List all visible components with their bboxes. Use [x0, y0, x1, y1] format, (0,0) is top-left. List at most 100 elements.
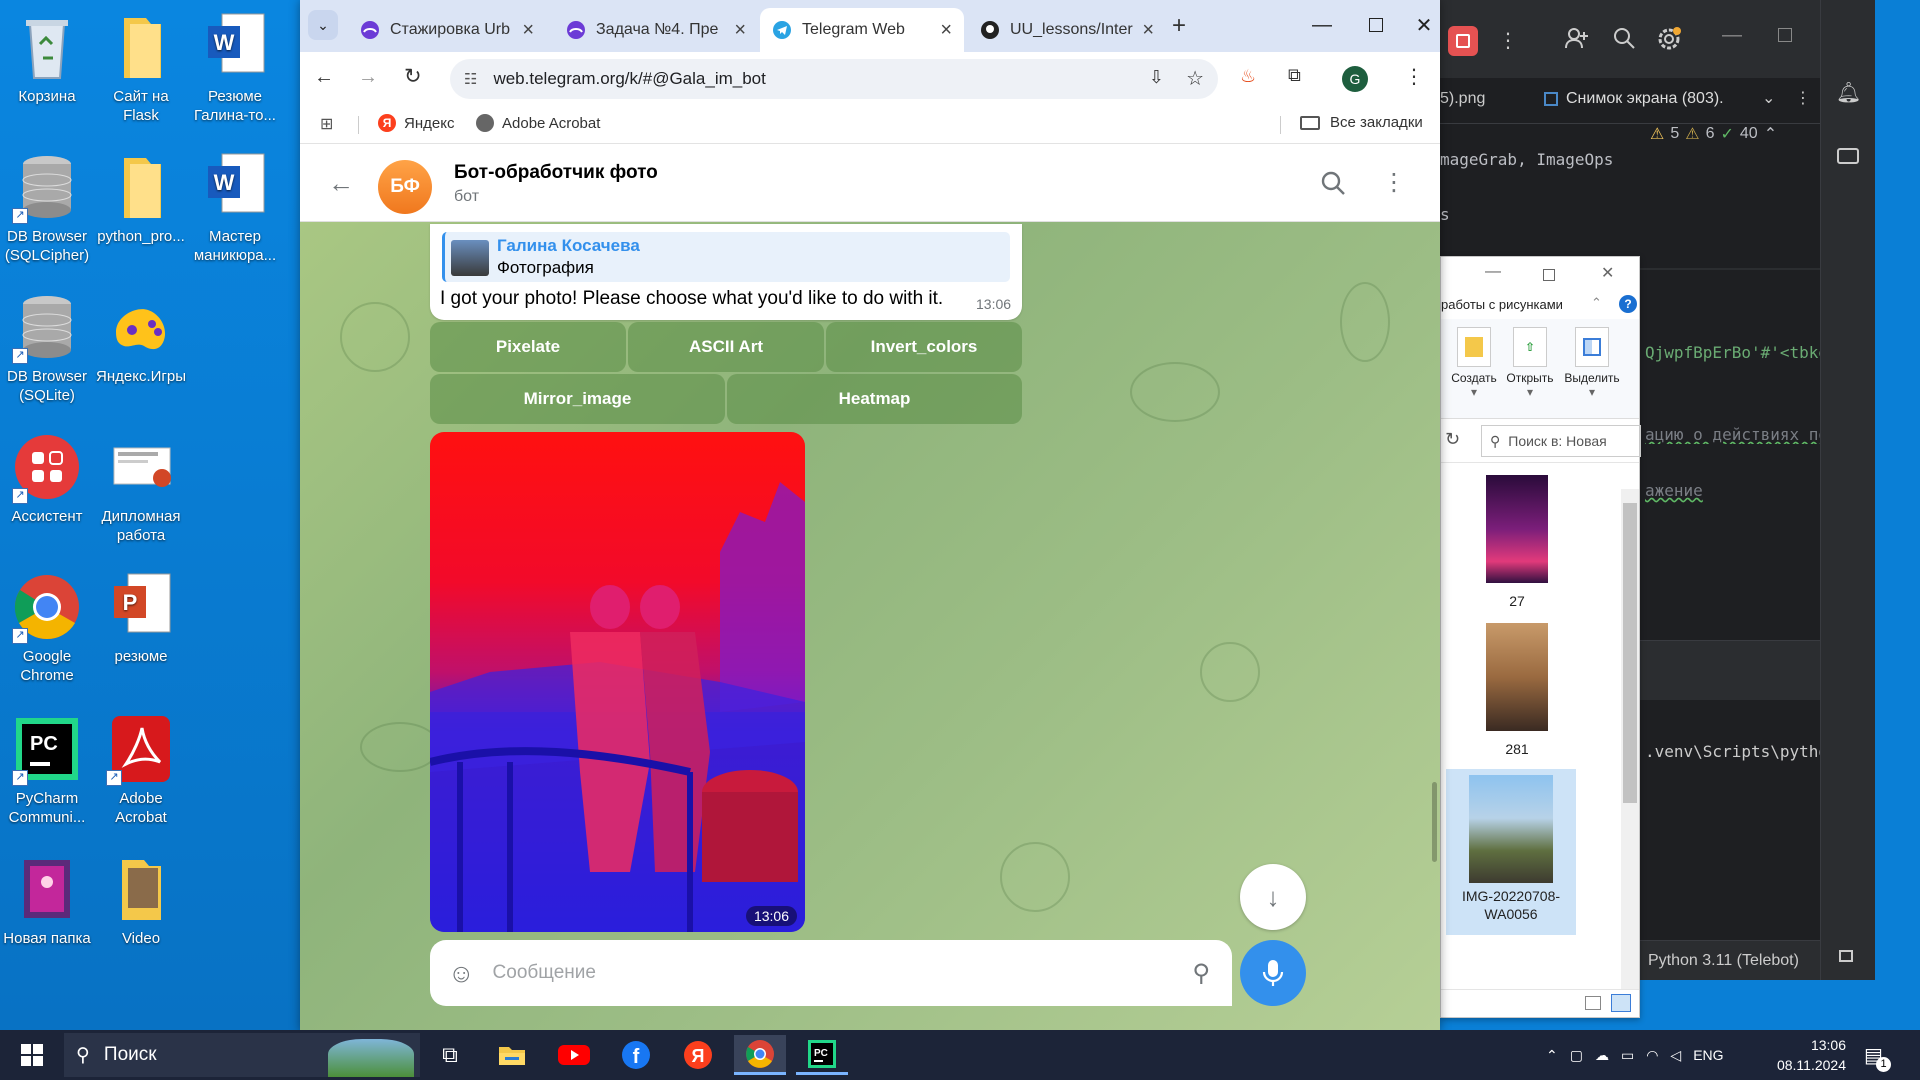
desktop-icon-db-browser-sqlcipher[interactable]: ↗ DB Browser (SQLCipher) — [0, 150, 94, 265]
lock-icon[interactable] — [1839, 950, 1853, 962]
chrome-taskbar-icon[interactable] — [734, 1035, 786, 1075]
desktop-icon-resume-ppt[interactable]: P резюме — [94, 570, 188, 666]
desktop-icon-diploma[interactable]: Дипломная работа — [94, 430, 188, 545]
pycharm-taskbar-icon[interactable]: PC — [796, 1035, 848, 1075]
attach-paperclip-icon[interactable]: ⚲ — [1192, 959, 1210, 988]
refresh-icon[interactable]: ↻ — [1445, 429, 1460, 450]
inline-button-heatmap[interactable]: Heatmap — [727, 374, 1022, 424]
voice-record-button[interactable] — [1240, 940, 1306, 1006]
minimize-button[interactable]: — — [1300, 10, 1344, 40]
more-vertical-icon[interactable]: ⋮ — [1404, 64, 1424, 89]
inspection-widget[interactable]: ⚠ 5 ⚠ 6 ✓ 40 ⌃ — [1650, 124, 1777, 144]
emoji-smile-icon[interactable]: ☺ — [448, 958, 475, 989]
ribbon-select-button[interactable]: Выделить ▾ — [1561, 327, 1623, 399]
tab-task-4[interactable]: Задача №4. Пре × — [554, 8, 758, 52]
apps-grid-icon[interactable]: ⊞ — [320, 114, 333, 134]
file-explorer-taskbar-icon[interactable] — [486, 1035, 538, 1075]
details-view-icon[interactable] — [1585, 996, 1601, 1010]
bookmark-star-icon[interactable]: ☆ — [1186, 66, 1204, 91]
desktop-icon-pycharm[interactable]: PC ↗ PyCharm Communi... — [0, 712, 94, 827]
reply-preview[interactable]: Галина Косачева Фотография — [442, 232, 1010, 282]
back-arrow-icon[interactable]: ← — [328, 168, 354, 199]
scrollbar-thumb[interactable] — [1623, 503, 1637, 803]
close-tab-icon[interactable]: × — [734, 19, 746, 42]
search-icon[interactable] — [1612, 26, 1636, 50]
desktop-icon-assistant[interactable]: ↗ Ассистент — [0, 430, 94, 526]
interpreter-label[interactable]: Python 3.11 (Telebot) — [1648, 952, 1799, 970]
scroll-down-arrow-icon[interactable]: ↓ — [1240, 864, 1306, 930]
desktop-icon-yandex-games[interactable]: Яндекс.Игры — [94, 290, 188, 386]
device-icon[interactable]: ▢ — [1570, 1047, 1583, 1064]
tab-telegram-web[interactable]: Telegram Web × — [760, 8, 964, 52]
notifications-bell-icon[interactable]: 🔔︎ — [1836, 80, 1861, 105]
language-indicator[interactable]: ENG — [1693, 1047, 1723, 1063]
youtube-icon[interactable] — [548, 1035, 600, 1075]
all-bookmarks[interactable]: Все закладки — [1300, 114, 1423, 131]
message-composer[interactable]: ☺ Сообщение ⚲ — [430, 940, 1232, 1006]
file-item-selected[interactable]: IMG-20220708-WA0056 — [1446, 769, 1576, 935]
close-tab-icon[interactable]: × — [940, 19, 952, 42]
search-icon[interactable] — [1320, 170, 1346, 196]
minimize-button[interactable]: — — [1485, 263, 1501, 281]
file-item[interactable]: 281 — [1462, 623, 1572, 757]
chat-avatar[interactable]: БФ — [378, 160, 432, 214]
maximize-button[interactable] — [1778, 28, 1792, 42]
desktop-icon-google-chrome[interactable]: ↗ Google Chrome — [0, 570, 94, 685]
inline-button-pixelate[interactable]: Pixelate — [430, 322, 626, 372]
extensions-puzzle-icon[interactable]: ⧉ — [1288, 65, 1301, 86]
toolbox-icon[interactable] — [1837, 148, 1859, 164]
chevron-up-icon[interactable]: ⌃ — [1591, 295, 1602, 311]
notification-center-icon[interactable]: ▤ 1 — [1864, 1030, 1891, 1080]
chevron-up-icon[interactable]: ⌃ — [1764, 124, 1777, 144]
new-tab-plus-icon[interactable]: + — [1172, 12, 1186, 40]
more-vertical-icon[interactable]: ⋮ — [1795, 88, 1811, 108]
inline-button-invert-colors[interactable]: Invert_colors — [826, 322, 1022, 372]
facebook-icon[interactable]: f — [610, 1035, 662, 1075]
wifi-icon[interactable]: ◠ — [1646, 1047, 1658, 1064]
start-windows-icon[interactable] — [6, 1035, 58, 1075]
help-icon[interactable]: ? — [1619, 295, 1637, 313]
inline-button-ascii-art[interactable]: ASCII Art — [628, 322, 824, 372]
forward-arrow-icon[interactable]: → — [358, 66, 378, 89]
clock[interactable]: 13:06 08.11.2024 — [1750, 1030, 1846, 1080]
task-view-icon[interactable]: ⧉ — [424, 1035, 476, 1075]
large-icons-view-icon[interactable] — [1611, 994, 1631, 1012]
settings-gear-icon[interactable] — [1656, 26, 1682, 52]
maximize-button[interactable] — [1543, 269, 1555, 281]
message-input[interactable]: Сообщение — [493, 962, 1193, 984]
volume-icon[interactable]: ◁ — [1670, 1047, 1681, 1064]
more-vertical-icon[interactable]: ⋮ — [1498, 28, 1518, 53]
desktop-icon-manicure-doc[interactable]: W Мастер маникюра... — [188, 150, 282, 265]
bookmark-yandex[interactable]: Я Яндекс — [378, 114, 454, 132]
onedrive-icon[interactable]: ☁ — [1595, 1047, 1609, 1064]
site-settings-icon[interactable]: ☷ — [464, 70, 477, 88]
editor-tab[interactable]: Снимок экрана (803). — [1566, 90, 1724, 108]
back-arrow-icon[interactable]: ← — [314, 66, 334, 89]
close-tab-icon[interactable]: × — [522, 19, 534, 42]
chat-scrollbar[interactable] — [1432, 782, 1437, 862]
reload-icon[interactable]: ↻ — [404, 64, 422, 89]
maximize-button[interactable] — [1354, 10, 1398, 40]
more-vertical-icon[interactable]: ⋮ — [1382, 168, 1406, 197]
editor-tab[interactable]: 5).png — [1440, 90, 1485, 108]
ribbon-open-button[interactable]: ⇧ Открыть ▾ — [1505, 327, 1555, 399]
bookmark-adobe-acrobat[interactable]: Adobe Acrobat — [476, 114, 600, 132]
desktop-icon-video[interactable]: Video — [94, 852, 188, 948]
desktop-icon-db-browser-sqlite[interactable]: ↗ DB Browser (SQLite) — [0, 290, 94, 405]
install-app-icon[interactable]: ⇩ — [1149, 67, 1164, 88]
minimize-button[interactable]: — — [1722, 24, 1742, 47]
file-item[interactable]: 27 — [1462, 475, 1572, 609]
ribbon-tab-label[interactable]: работы с рисунками — [1441, 297, 1563, 312]
battery-icon[interactable]: ▭ — [1621, 1047, 1634, 1064]
ribbon-create-button[interactable]: Создать ▾ — [1449, 327, 1499, 399]
search-input[interactable]: ⚲ Поиск в: Новая — [1481, 425, 1641, 457]
close-button[interactable]: ✕ — [1408, 10, 1440, 40]
stop-icon[interactable] — [1448, 26, 1478, 56]
flame-extension-icon[interactable]: ♨ — [1240, 66, 1256, 87]
tab-internship[interactable]: Стажировка Urb × — [348, 8, 546, 52]
inline-button-mirror-image[interactable]: Mirror_image — [430, 374, 725, 424]
yandex-browser-icon[interactable]: Я — [672, 1035, 724, 1075]
scrollbar[interactable] — [1621, 489, 1639, 989]
chevron-up-icon[interactable]: ⌃ — [1546, 1047, 1558, 1064]
close-tab-icon[interactable]: × — [1142, 19, 1154, 42]
